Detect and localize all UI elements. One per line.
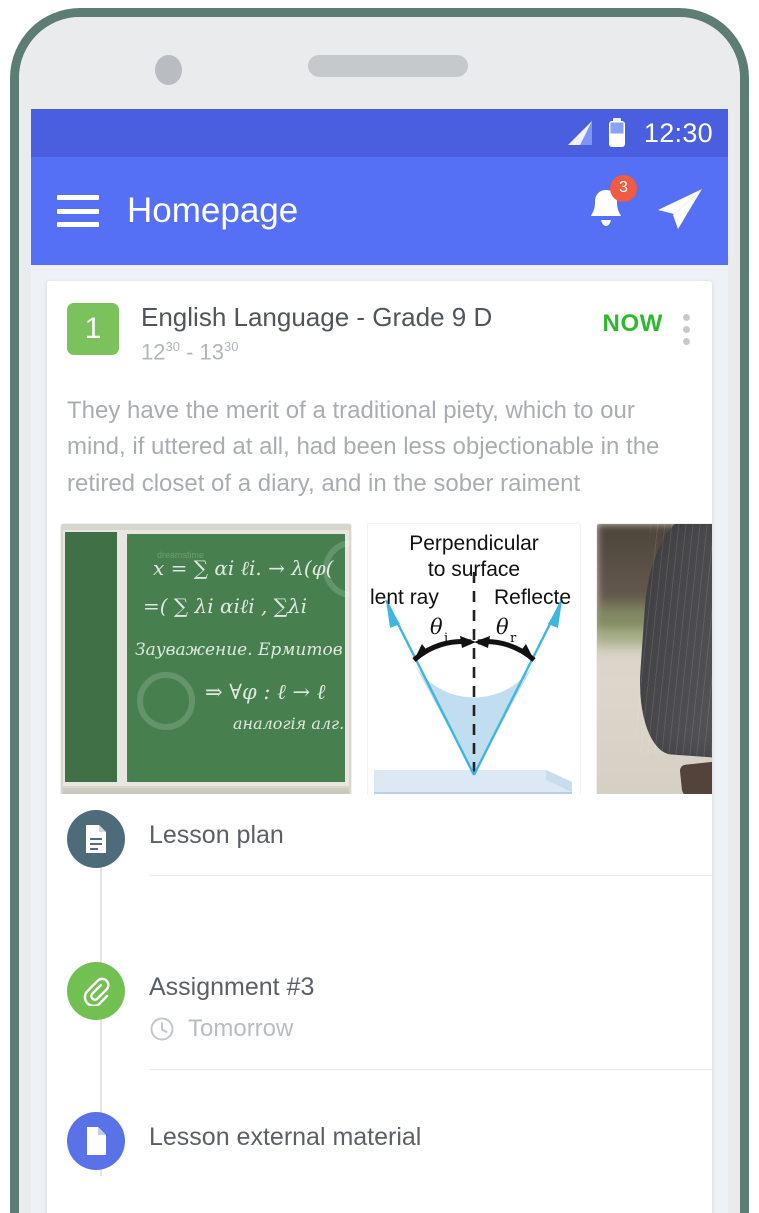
list-item-label: Lesson plan xyxy=(149,821,284,850)
battery-icon xyxy=(608,118,625,147)
reflection-diagram-svg: Perpendicular to surface lent ray Reflec… xyxy=(368,524,580,795)
list-item-body: Lesson external material xyxy=(149,1112,712,1176)
signal-bars-icon xyxy=(567,121,592,145)
diagram-label-to-surface: to surface xyxy=(428,558,520,581)
chalk-line-2: =( ∑ λi αiℓi , ∑λi xyxy=(143,594,308,619)
front-camera-icon xyxy=(155,55,182,85)
chalkboard-photo[interactable]: x = ∑ αi ℓi. → λ(φ( =( ∑ λi αiℓi , ∑λi З… xyxy=(61,524,351,795)
diagram-angle-incident: θ xyxy=(430,615,443,639)
lesson-start-minutes: 30 xyxy=(165,338,180,354)
diagram-angle-reflected: θ xyxy=(496,615,509,639)
hamburger-menu-icon[interactable] xyxy=(57,195,99,227)
lesson-description: They have the merit of a traditional pie… xyxy=(67,396,660,497)
lesson-number-badge: 1 xyxy=(67,303,119,355)
earpiece-speaker xyxy=(308,55,468,77)
file-icon xyxy=(67,1111,125,1170)
chalk-line-3: Зауважение. Ермитов xyxy=(135,640,343,661)
notifications-button[interactable]: 3 xyxy=(584,174,637,238)
file-glyph xyxy=(87,1126,106,1155)
diagram-angle-reflected-subscript: r xyxy=(510,631,517,646)
phone-device-frame: 12:30 Homepage 3 1 English Language - Gr… xyxy=(10,8,749,1213)
person-photo[interactable] xyxy=(597,524,712,795)
lesson-time-range: 1230 - 1330 xyxy=(141,339,603,365)
lesson-card: 1 English Language - Grade 9 D 1230 - 13… xyxy=(47,281,712,1213)
reflection-diagram[interactable]: Perpendicular to surface lent ray Reflec… xyxy=(368,524,580,795)
lesson-title: English Language - Grade 9 D xyxy=(141,302,493,332)
send-message-button[interactable] xyxy=(654,185,706,238)
list-item-label: Lesson external material xyxy=(149,1122,422,1151)
diagram-label-perpendicular: Perpendicular xyxy=(409,532,539,555)
list-item-label: Assignment #3 xyxy=(149,972,315,1001)
app-bar: Homepage 3 xyxy=(31,157,728,265)
status-bar-clock: 12:30 xyxy=(643,117,713,148)
list-item[interactable]: Assignment #3 Tomorrow xyxy=(67,946,712,1096)
stock-watermark: dreamstime xyxy=(157,550,205,561)
list-divider xyxy=(149,1068,712,1070)
status-bar: 12:30 xyxy=(31,109,728,157)
diagram-label-incident-ray: lent ray xyxy=(370,586,439,609)
clock-icon xyxy=(150,1017,174,1041)
list-item-body: Lesson plan xyxy=(149,810,712,945)
lesson-time-separator: - xyxy=(179,338,200,364)
list-item[interactable]: Lesson external material xyxy=(67,1096,712,1176)
page-title: Homepage xyxy=(127,191,299,230)
lesson-heading-group: English Language - Grade 9 D 1230 - 1330 xyxy=(141,303,603,365)
chalk-line-5: аналогія алг. xyxy=(233,714,345,734)
attachment-thumbnail-strip[interactable]: x = ∑ αi ℓi. → λ(φ( =( ∑ λi αiℓi , ∑λi З… xyxy=(47,502,712,795)
phone-screen: 12:30 Homepage 3 1 English Language - Gr… xyxy=(31,109,728,1213)
list-item-due-label: Tomorrow xyxy=(188,1014,294,1042)
lesson-resource-timeline: Lesson plan Assignment #3 Tomorrow Lesso… xyxy=(47,794,712,1177)
list-item[interactable]: Lesson plan xyxy=(67,794,712,945)
kebab-menu-icon[interactable] xyxy=(681,312,692,347)
document-icon xyxy=(67,810,125,869)
lesson-end-hour: 13 xyxy=(199,338,224,364)
paper-plane-icon xyxy=(658,188,702,229)
lesson-card-header: 1 English Language - Grade 9 D 1230 - 13… xyxy=(47,281,712,365)
content-area: 1 English Language - Grade 9 D 1230 - 13… xyxy=(31,265,728,1213)
phone-bezel-top xyxy=(19,17,740,109)
paperclip-glyph xyxy=(83,977,110,1006)
paperclip-icon xyxy=(67,961,125,1020)
notification-count-badge: 3 xyxy=(610,174,637,202)
lesson-end-minutes: 30 xyxy=(224,338,239,354)
diagram-label-reflected-ray: Reflecte xyxy=(494,586,571,609)
document-glyph xyxy=(86,825,106,854)
list-item-body: Assignment #3 Tomorrow xyxy=(149,962,712,1096)
lesson-start-hour: 12 xyxy=(141,338,166,364)
chalk-line-4: ⇒ ∀φ : ℓ → ℓ xyxy=(205,680,326,705)
list-divider xyxy=(149,874,712,876)
list-item-due: Tomorrow xyxy=(149,1015,712,1043)
status-badge: NOW xyxy=(602,310,663,337)
diagram-angle-incident-subscript: i xyxy=(444,631,448,646)
